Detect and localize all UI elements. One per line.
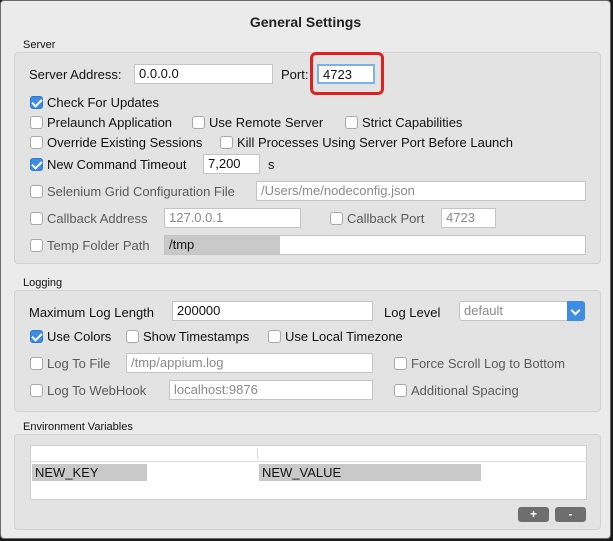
window-title: General Settings — [249, 14, 362, 30]
env-table-header — [31, 446, 586, 462]
log-level-label: Log Level — [384, 305, 441, 320]
selenium-grid-path-input[interactable]: /Users/me/nodeconfig.json — [256, 181, 586, 201]
check-updates-checkbox[interactable] — [30, 96, 43, 109]
log-to-file-label: Log To File — [47, 356, 111, 371]
local-timezone-label: Use Local Timezone — [285, 329, 403, 344]
log-level-value: default — [464, 303, 504, 318]
strict-capabilities-checkbox[interactable] — [345, 116, 358, 129]
env-section-label: Environment Variables — [23, 421, 133, 433]
log-to-webhook-label: Log To WebHook — [47, 383, 147, 398]
log-level-select[interactable]: default — [459, 301, 585, 321]
use-remote-server-label: Use Remote Server — [209, 115, 324, 130]
logging-section-label: Logging — [23, 277, 63, 289]
server-address-input[interactable]: 0.0.0.0 — [134, 64, 273, 84]
use-colors-checkbox[interactable] — [30, 330, 43, 343]
selenium-grid-label: Selenium Grid Configuration File — [47, 184, 235, 199]
temp-folder-value: /tmp — [165, 236, 280, 254]
callback-address-input[interactable]: 127.0.0.1 — [164, 208, 301, 228]
chevron-down-icon[interactable] — [567, 301, 585, 321]
new-command-timeout-checkbox[interactable] — [30, 158, 43, 171]
server-address-label: Server Address: — [29, 67, 122, 82]
prelaunch-label: Prelaunch Application — [47, 115, 173, 130]
selenium-grid-checkbox[interactable] — [30, 185, 43, 198]
remove-env-button[interactable]: - — [555, 507, 586, 522]
env-variables-table: NEW_KEY NEW_VALUE — [30, 445, 587, 500]
callback-address-checkbox[interactable] — [30, 212, 43, 225]
kill-processes-checkbox[interactable] — [220, 136, 233, 149]
additional-spacing-checkbox[interactable] — [394, 384, 407, 397]
callback-address-label: Callback Address — [47, 211, 148, 226]
env-value-cell[interactable]: NEW_VALUE — [259, 464, 481, 481]
timeout-unit-label: s — [268, 157, 275, 172]
temp-folder-input[interactable]: /tmp — [164, 235, 586, 255]
use-colors-label: Use Colors — [47, 329, 112, 344]
add-env-button[interactable]: + — [518, 507, 549, 522]
prelaunch-checkbox[interactable] — [30, 116, 43, 129]
max-log-length-input[interactable]: 200000 — [172, 301, 373, 321]
kill-processes-label: Kill Processes Using Server Port Before … — [237, 135, 514, 150]
log-to-file-checkbox[interactable] — [30, 357, 43, 370]
force-scroll-checkbox[interactable] — [394, 357, 407, 370]
server-section-label: Server — [23, 39, 56, 51]
env-key-cell[interactable]: NEW_KEY — [32, 464, 147, 481]
use-remote-server-checkbox[interactable] — [192, 116, 205, 129]
new-command-timeout-label: New Command Timeout — [47, 157, 187, 172]
log-file-path-input[interactable]: /tmp/appium.log — [126, 353, 373, 373]
force-scroll-label: Force Scroll Log to Bottom — [411, 356, 565, 371]
override-sessions-label: Override Existing Sessions — [47, 135, 203, 150]
port-label: Port: — [281, 67, 309, 82]
temp-folder-label: Temp Folder Path — [47, 238, 150, 253]
max-log-length-label: Maximum Log Length — [29, 305, 155, 320]
temp-folder-checkbox[interactable] — [30, 239, 43, 252]
show-timestamps-checkbox[interactable] — [126, 330, 139, 343]
check-updates-label: Check For Updates — [47, 95, 159, 110]
log-to-webhook-checkbox[interactable] — [30, 384, 43, 397]
callback-port-checkbox[interactable] — [330, 212, 343, 225]
strict-capabilities-label: Strict Capabilities — [362, 115, 463, 130]
additional-spacing-label: Additional Spacing — [411, 383, 519, 398]
new-command-timeout-input[interactable]: 7,200 — [203, 154, 260, 174]
callback-port-label: Callback Port — [347, 211, 425, 226]
webhook-address-input[interactable]: localhost:9876 — [169, 380, 373, 400]
callback-port-input[interactable]: 4723 — [441, 208, 496, 228]
override-sessions-checkbox[interactable] — [30, 136, 43, 149]
show-timestamps-label: Show Timestamps — [143, 329, 250, 344]
local-timezone-checkbox[interactable] — [268, 330, 281, 343]
port-highlight-annotation — [310, 52, 384, 95]
settings-window: General Settings Server Server Address: … — [0, 0, 611, 539]
